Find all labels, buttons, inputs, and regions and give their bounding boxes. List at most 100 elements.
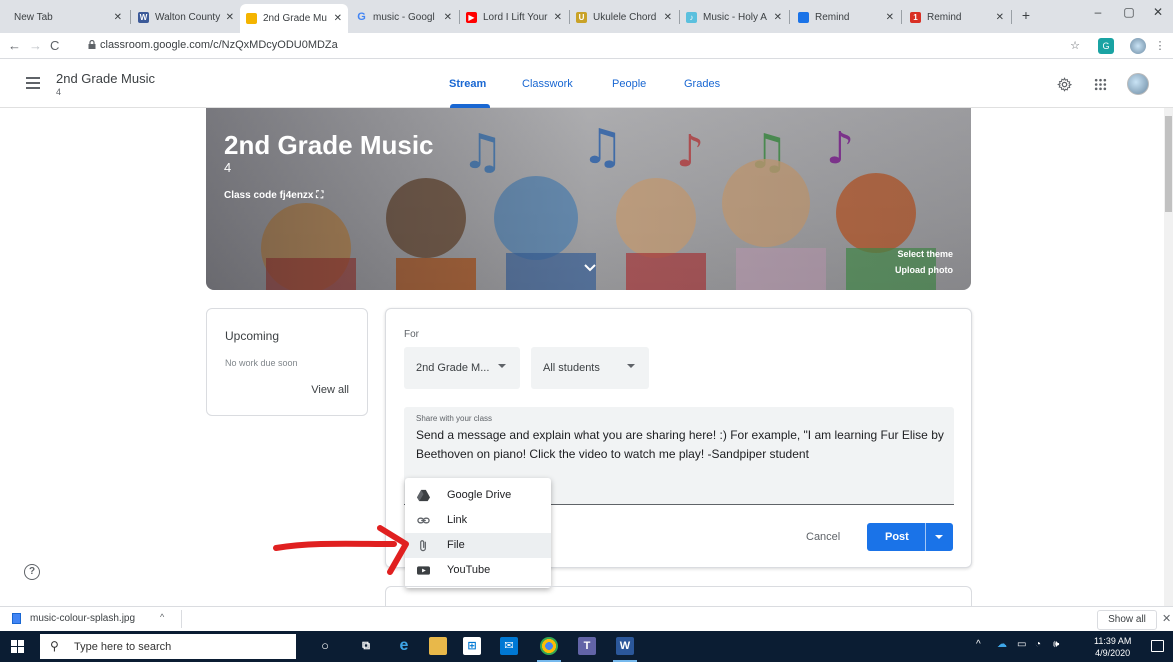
more-vert-icon[interactable]: ⋮ [1152, 38, 1168, 54]
taskbar-clock[interactable]: 11:39 AM 4/9/2020 [1094, 635, 1131, 659]
file-explorer-icon[interactable] [429, 637, 447, 655]
menu-item-label: Google Drive [447, 489, 512, 501]
upcoming-empty-text: No work due soon [225, 358, 298, 368]
tab-stream[interactable]: Stream [449, 78, 486, 90]
tab-ukulele[interactable]: U Ukulele Chord ✕ [570, 4, 678, 30]
class-code-label: Class code [224, 190, 277, 201]
menu-icon[interactable] [26, 77, 40, 89]
music-icon: ♪ [686, 11, 697, 23]
word-icon[interactable]: W [616, 637, 634, 655]
post-options-arrow-icon[interactable] [935, 535, 943, 539]
menu-item-youtube[interactable]: YouTube [405, 558, 551, 583]
tab-title: Music - Holy A [703, 11, 767, 23]
upload-photo-link[interactable]: Upload photo [895, 265, 953, 275]
menu-item-google-drive[interactable]: Google Drive [405, 483, 551, 508]
cortana-icon[interactable]: ○ [316, 637, 334, 655]
tab-remind[interactable]: Remind ✕ [792, 4, 900, 30]
avatar[interactable] [1127, 73, 1149, 95]
tab-classwork[interactable]: Classwork [522, 78, 573, 90]
message-text[interactable]: Send a message and explain what you are … [416, 426, 946, 464]
reload-icon[interactable]: C [50, 38, 59, 53]
forward-icon[interactable]: → [29, 38, 42, 53]
class-code-value: fj4enzx [279, 190, 314, 201]
gear-icon[interactable] [1057, 77, 1072, 92]
tab-title: Remind [927, 11, 962, 23]
fullscreen-icon[interactable]: ⛶ [316, 190, 323, 201]
menu-item-label: Link [447, 514, 468, 526]
chevron-up-icon[interactable]: ^ [976, 639, 981, 650]
tab-google-search[interactable]: G music - Googl ✕ [350, 4, 458, 30]
menu-item-link[interactable]: Link [405, 508, 551, 533]
post-button[interactable]: Post [885, 531, 909, 543]
close-icon[interactable]: ✕ [664, 12, 672, 23]
tab-title: Remind [815, 11, 850, 23]
wifi-icon[interactable]: ◔ [1035, 639, 1041, 650]
close-icon[interactable]: ✕ [886, 12, 894, 23]
close-icon[interactable]: ✕ [554, 12, 562, 23]
chevron-up-icon[interactable]: ^ [160, 612, 164, 622]
profile-avatar-icon[interactable] [1130, 38, 1146, 54]
dropdown-arrow-icon [627, 364, 635, 368]
windows-start-icon[interactable] [11, 640, 24, 653]
taskbar-search-input[interactable]: ⚲ Type here to search [40, 634, 296, 659]
link-icon [417, 517, 430, 524]
classroom-header: 2nd Grade Music 4 Stream Classwork Peopl… [0, 59, 1173, 108]
menu-item-file[interactable]: File [405, 533, 551, 558]
help-icon[interactable]: ? [24, 564, 40, 580]
view-all-link[interactable]: View all [311, 384, 349, 396]
chevron-down-icon[interactable] [584, 264, 596, 272]
back-icon[interactable]: ← [8, 38, 21, 53]
tab-walton-county[interactable]: W Walton County ✕ [132, 4, 240, 30]
class-title[interactable]: 2nd Grade Music [56, 71, 155, 86]
close-icon[interactable]: ✕ [1162, 612, 1171, 625]
mail-icon[interactable]: ✉ [500, 637, 518, 655]
browser-tab-strip: New Tab ✕ W Walton County ✕ 2nd Grade Mu… [0, 0, 1173, 33]
windows-taskbar: ⚲ Type here to search ○ ⧉ e ⊞ ✉ T W ^ ☁ … [0, 631, 1173, 662]
close-icon[interactable]: ✕ [774, 12, 782, 23]
tab-youtube[interactable]: ▶ Lord I Lift Your ✕ [460, 4, 568, 30]
extension-icon[interactable]: G [1098, 38, 1114, 54]
message-label: Share with your class [416, 414, 493, 423]
close-icon[interactable]: ✕ [444, 12, 452, 23]
chrome-icon[interactable] [540, 637, 558, 655]
store-icon[interactable]: ⊞ [463, 637, 481, 655]
new-tab-button[interactable]: + [1014, 7, 1038, 23]
tab-new-tab[interactable]: New Tab ✕ [8, 4, 128, 30]
onedrive-icon[interactable]: ☁ [997, 639, 1007, 650]
for-label: For [404, 329, 419, 340]
close-icon[interactable]: ✕ [996, 12, 1004, 23]
url-field[interactable]: classroom.google.com/c/NzQxMDcyODU0MDZa [100, 39, 338, 51]
cancel-button[interactable]: Cancel [806, 531, 840, 543]
tab-grades[interactable]: Grades [684, 78, 720, 90]
image-file-icon [12, 613, 21, 624]
students-select[interactable]: All students [531, 347, 649, 389]
volume-icon[interactable]: 🕪 [1053, 639, 1059, 650]
tab-title: New Tab [14, 11, 53, 23]
apps-grid-icon[interactable] [1094, 78, 1107, 91]
download-file-name[interactable]: music-colour-splash.jpg [30, 613, 135, 624]
close-icon[interactable]: ✕ [226, 12, 234, 23]
vertical-scrollbar[interactable] [1164, 108, 1173, 606]
teams-icon[interactable]: T [578, 637, 596, 655]
class-select[interactable]: 2nd Grade M... [404, 347, 520, 389]
show-all-button[interactable]: Show all [1097, 610, 1157, 630]
window-close-button[interactable]: ✕ [1146, 5, 1170, 19]
close-icon[interactable]: ✕ [114, 12, 122, 23]
task-view-icon[interactable]: ⧉ [357, 637, 375, 655]
minimize-button[interactable]: – [1086, 5, 1110, 19]
battery-icon[interactable]: ▭ [1017, 639, 1026, 650]
select-theme-link[interactable]: Select theme [897, 249, 953, 259]
tab-people[interactable]: People [612, 78, 646, 90]
maximize-button[interactable]: ▢ [1117, 5, 1141, 19]
tab-remind-2[interactable]: 1 Remind ✕ [904, 4, 1010, 30]
close-icon[interactable]: ✕ [334, 13, 342, 24]
tab-music[interactable]: ♪ Music - Holy A ✕ [680, 4, 788, 30]
tab-classroom[interactable]: 2nd Grade Mu ✕ [240, 4, 348, 33]
edge-icon[interactable]: e [395, 637, 413, 655]
tab-title: Ukulele Chord [593, 11, 657, 23]
attach-menu: Google Drive Link File YouTube [405, 478, 551, 588]
bookmark-star-icon[interactable]: ☆ [1067, 38, 1083, 54]
tab-title: Lord I Lift Your [483, 11, 548, 23]
walton-icon: W [138, 11, 149, 23]
notification-icon[interactable] [1151, 640, 1164, 652]
